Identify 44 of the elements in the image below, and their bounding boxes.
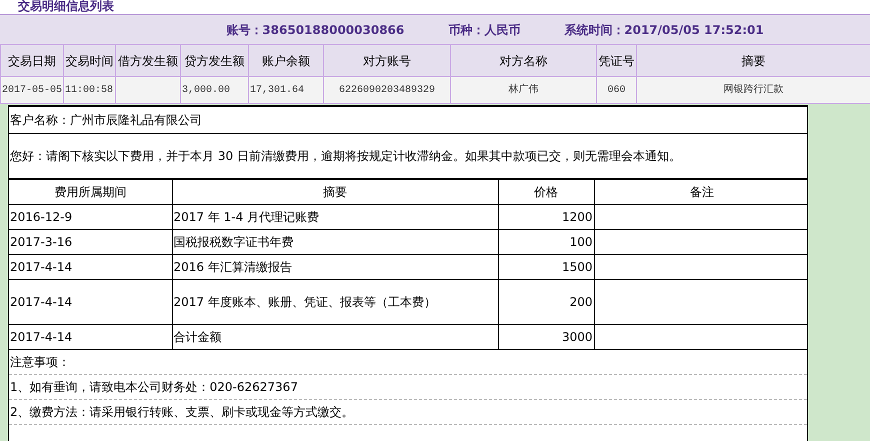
column-header: 对方名称 <box>450 44 596 76</box>
column-header: 备注 <box>594 180 807 204</box>
note-text: 2、缴费方法：请采用银行转账、支票、刷卡或现金等方式缴交。 <box>10 404 354 421</box>
note-text: 1、如有垂询，请致电本公司财务处：020-62627367 <box>10 379 298 396</box>
table-cell: 100 <box>498 230 594 254</box>
account-info: 系统时间：2017/05/05 17:52:01 <box>564 22 764 38</box>
greeting-text: 您好：请阁下核实以下费用，并于本月 30 日前清缴费用，逾期将按规定计收滞纳金。如果其中款项已交，则无需理会本通知。 <box>10 148 681 165</box>
column-header: 摘要 <box>172 180 498 204</box>
customer-name: 客户名称：广州市辰隆礼品有限公司 <box>10 112 202 129</box>
table-cell: 2017-4-14 <box>9 280 172 324</box>
table-cell: 2017-05-05 <box>0 76 64 104</box>
table-cell: 6226090203489329 <box>324 76 450 104</box>
table-cell: 1500 <box>498 254 594 280</box>
column-header: 摘要 <box>636 44 870 76</box>
table-cell: 3,000.00 <box>180 76 248 104</box>
column-header: 交易日期 <box>0 44 64 76</box>
notes-title: 注意事项： <box>10 354 70 371</box>
column-header: 价格 <box>498 180 594 204</box>
table-cell: 林广伟 <box>450 76 596 104</box>
table-cell: 11:00:58 <box>64 76 116 104</box>
table-cell: 200 <box>498 280 594 324</box>
table-cell: 060 <box>596 76 636 104</box>
table-cell: 2016 年汇算清缴报告 <box>172 254 498 280</box>
column-header: 交易时间 <box>64 44 116 76</box>
account-info: 币种：人民币 <box>448 22 520 38</box>
table-cell: 2017 年度账本、账册、凭证、报表等（工本费） <box>172 280 498 324</box>
column-header: 借方发生额 <box>116 44 180 76</box>
column-header: 账户余额 <box>248 44 324 76</box>
table-cell: 网银跨行汇款 <box>636 76 870 104</box>
table-cell: 2017-4-14 <box>9 254 172 280</box>
table-cell: 2017 年 1-4 月代理记账费 <box>172 204 498 230</box>
column-header: 凭证号 <box>596 44 636 76</box>
table-cell: 2017-3-16 <box>9 230 172 254</box>
table-cell: 1200 <box>498 204 594 230</box>
table-cell: 17,301.64 <box>248 76 324 104</box>
column-header: 费用所属期间 <box>9 180 172 204</box>
table-cell: 合计金额 <box>172 324 498 350</box>
table-cell: 国税报税数字证书年费 <box>172 230 498 254</box>
table-cell: 2017-4-14 <box>9 324 172 350</box>
table-cell: 2016-12-9 <box>9 204 172 230</box>
account-info: 账号：38650188000030866 <box>226 22 404 38</box>
column-header: 贷方发生额 <box>180 44 248 76</box>
column-header: 对方账号 <box>324 44 450 76</box>
table-cell: 3000 <box>498 324 594 350</box>
